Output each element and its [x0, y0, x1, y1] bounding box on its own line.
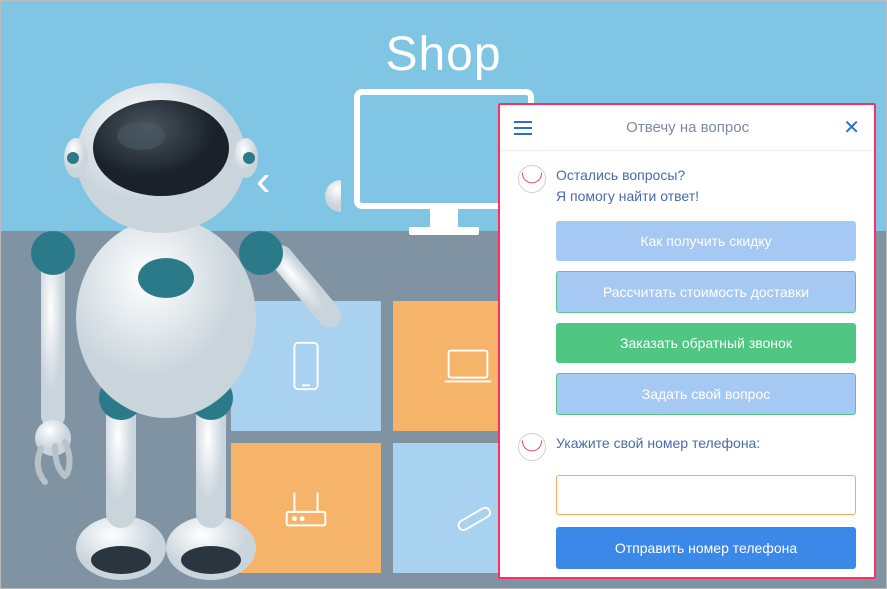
- chat-title: Отвечу на вопрос: [626, 119, 749, 136]
- phone-input[interactable]: [556, 475, 856, 515]
- chat-header: Отвечу на вопрос ✕: [500, 105, 874, 151]
- app-window: Shop ‹ ›: [0, 0, 887, 589]
- robot-illustration: [11, 28, 341, 588]
- phone-prompt-text: Укажите свой номер телефона:: [556, 433, 760, 461]
- submit-phone-button[interactable]: Отправить номер телефона: [556, 527, 856, 569]
- chat-body: Остались вопросы? Я помогу найти ответ! …: [500, 151, 874, 577]
- action-delivery-cost-button[interactable]: Рассчитать стоимость доставки: [556, 271, 856, 313]
- bot-avatar-icon: [518, 433, 546, 461]
- chat-widget: Отвечу на вопрос ✕ Остались вопросы? Я п…: [498, 103, 876, 579]
- greeting-text: Остались вопросы? Я помогу найти ответ!: [556, 165, 699, 207]
- action-discount-button[interactable]: Как получить скидку: [556, 221, 856, 261]
- action-ask-question-button[interactable]: Задать свой вопрос: [556, 373, 856, 415]
- quick-actions: Как получить скидку Рассчитать стоимость…: [518, 221, 856, 415]
- menu-icon[interactable]: [514, 121, 532, 135]
- phone-prompt-message: Укажите свой номер телефона:: [518, 433, 856, 461]
- bot-message: Остались вопросы? Я помогу найти ответ!: [518, 165, 856, 207]
- action-callback-button[interactable]: Заказать обратный звонок: [556, 323, 856, 363]
- pen-icon: [439, 479, 497, 537]
- close-icon[interactable]: ✕: [843, 115, 860, 140]
- shop-title: Shop: [385, 27, 501, 82]
- laptop-icon: [439, 337, 497, 395]
- bot-avatar-icon: [518, 165, 546, 193]
